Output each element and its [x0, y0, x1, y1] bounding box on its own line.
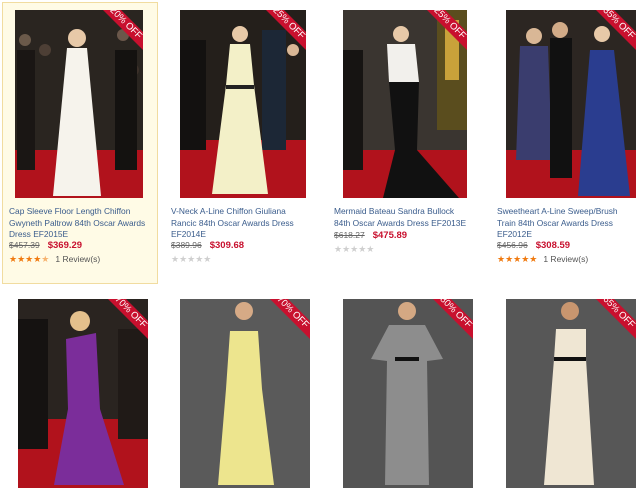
- product-image[interactable]: 35% OFF: [506, 10, 636, 198]
- product-image[interactable]: 70% OFF: [180, 299, 310, 488]
- product-title[interactable]: Sweetheart A-Line Sweep/Brush Train 84th …: [497, 206, 640, 241]
- old-price: $457.39: [9, 240, 40, 250]
- product-title[interactable]: Cap Sleeve Floor Length Chiffon Gwyneth P…: [9, 206, 154, 241]
- discount-ribbon: 70% OFF: [264, 299, 310, 345]
- rating-stars: ★★★★★: [171, 254, 211, 265]
- old-price: $389.96: [171, 240, 202, 250]
- rating-stars: ★★★★★ 1 Review(s): [9, 254, 100, 265]
- sale-price: $309.68: [209, 240, 245, 251]
- product-image[interactable]: 25% OFF: [343, 10, 467, 198]
- discount-label: 35% OFF: [601, 10, 636, 42]
- discount-label: 70% OFF: [275, 299, 310, 331]
- discount-ribbon: 80% OFF: [427, 299, 473, 345]
- rating-stars: ★★★★★: [334, 244, 374, 255]
- sale-price: $369.29: [47, 240, 83, 251]
- review-link[interactable]: 1 Review(s): [55, 254, 100, 264]
- product-image[interactable]: 20% OFF: [15, 10, 143, 198]
- price-row: $389.96 $309.68: [171, 240, 244, 251]
- product-title[interactable]: Mermaid Bateau Sandra Bullock 84th Oscar …: [334, 206, 484, 229]
- discount-label: 20% OFF: [108, 10, 143, 42]
- discount-ribbon: 70% OFF: [102, 299, 148, 345]
- sale-price: $475.89: [372, 230, 408, 241]
- product-title[interactable]: V-Neck A-Line Chiffon Giuliana Rancic 84t…: [171, 206, 316, 241]
- discount-ribbon: 25% OFF: [260, 10, 306, 56]
- discount-ribbon: 65% OFF: [590, 299, 636, 345]
- star-icon: ★★★★: [9, 254, 42, 264]
- discount-label: 80% OFF: [438, 299, 473, 331]
- star-icon: ★★★★★: [497, 254, 538, 264]
- discount-label: 25% OFF: [432, 10, 467, 42]
- old-price: $456.96: [497, 240, 528, 250]
- price-row: $456.96 $308.59: [497, 240, 570, 251]
- price-row: $618.27 $475.89: [334, 230, 407, 241]
- product-image[interactable]: 25% OFF: [180, 10, 306, 198]
- old-price: $618.27: [334, 230, 365, 240]
- discount-label: 25% OFF: [271, 10, 306, 42]
- product-image[interactable]: 80% OFF: [343, 299, 473, 488]
- star-icon: ★★★★★: [334, 244, 375, 254]
- product-image[interactable]: 70% OFF: [18, 299, 148, 488]
- discount-ribbon: 25% OFF: [421, 10, 467, 56]
- review-link[interactable]: 1 Review(s): [543, 254, 588, 264]
- product-image[interactable]: 65% OFF: [506, 299, 636, 488]
- discount-ribbon: 35% OFF: [590, 10, 636, 56]
- discount-label: 70% OFF: [113, 299, 148, 331]
- discount-label: 65% OFF: [601, 299, 636, 331]
- rating-stars: ★★★★★ 1 Review(s): [497, 254, 588, 265]
- sale-price: $308.59: [535, 240, 571, 251]
- star-icon: ★★★★★: [171, 254, 212, 264]
- discount-ribbon: 20% OFF: [97, 10, 143, 56]
- price-row: $457.39 $369.29: [9, 240, 82, 251]
- star-half-icon: ★: [41, 254, 50, 264]
